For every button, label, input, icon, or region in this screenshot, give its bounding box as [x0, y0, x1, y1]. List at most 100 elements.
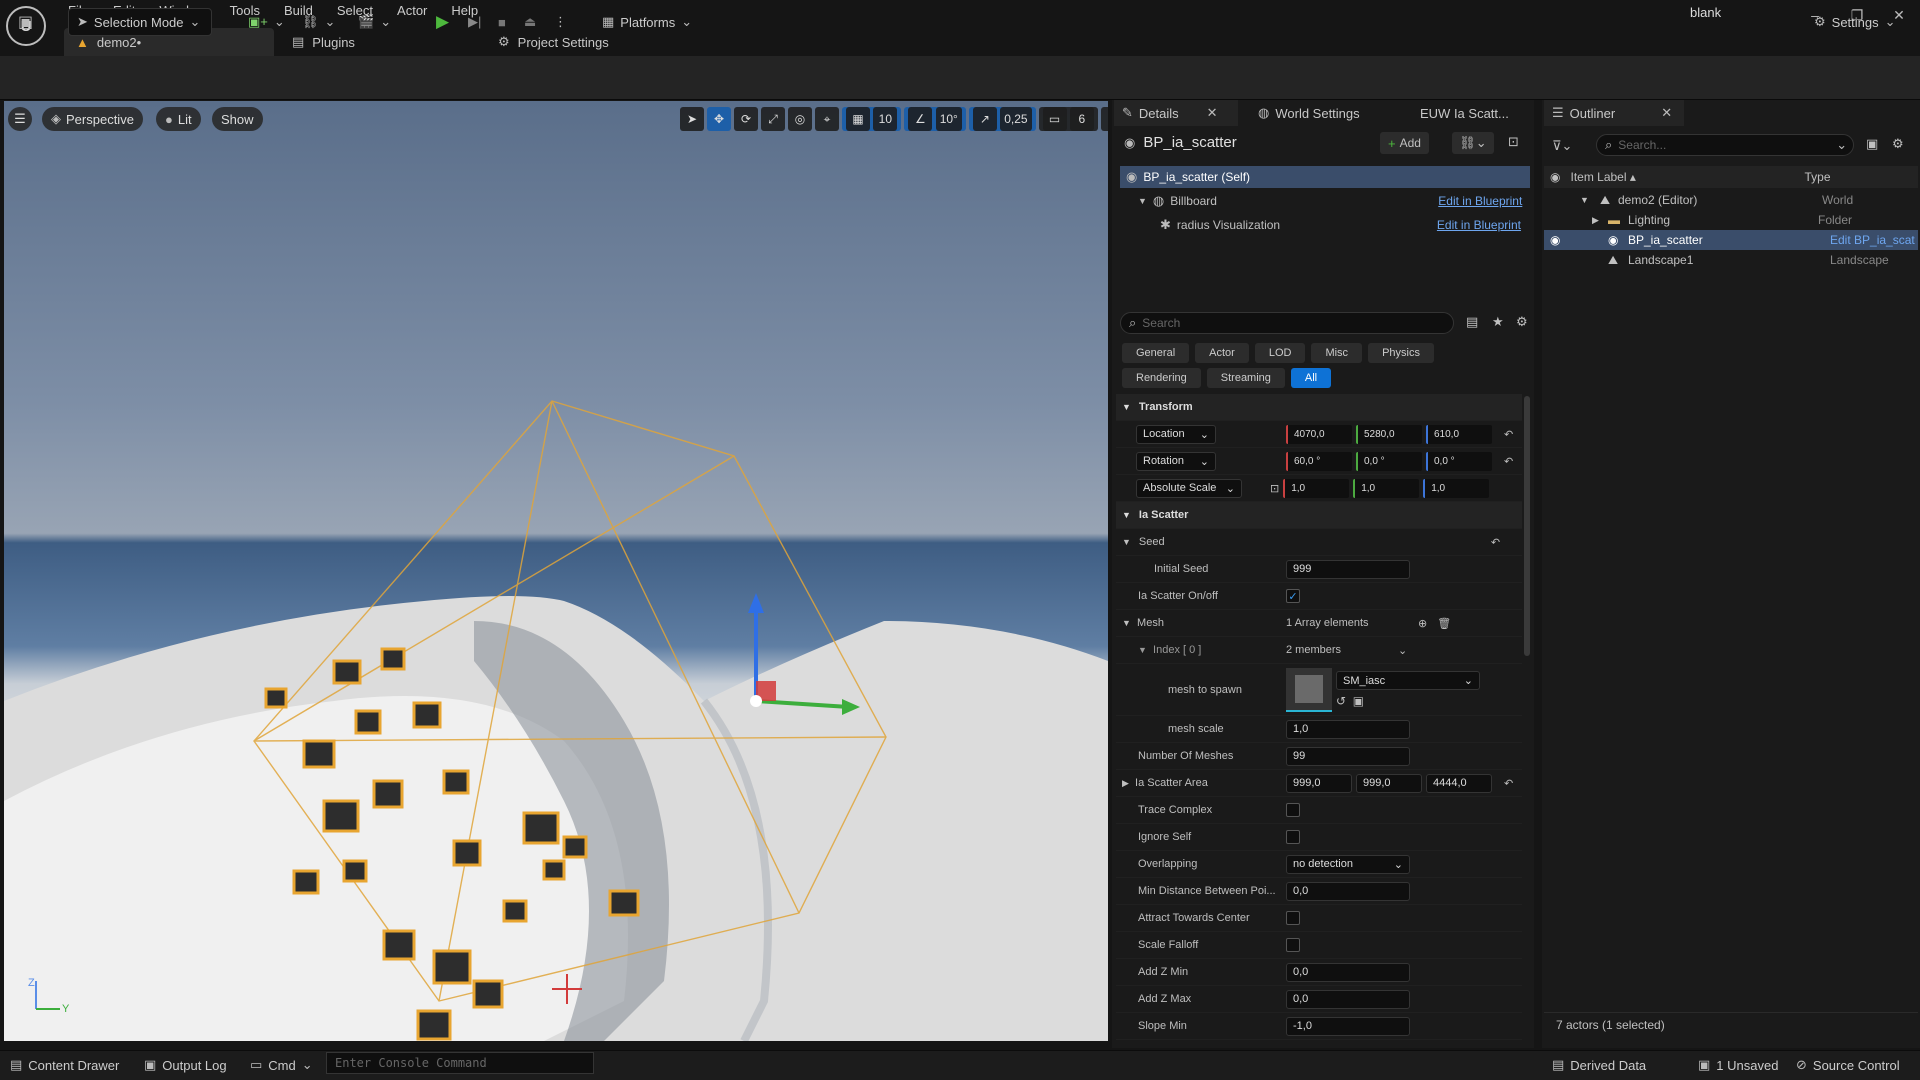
viewport-menu-icon[interactable]: ☰ [8, 107, 32, 131]
select-tool-icon[interactable]: ➤ [680, 107, 704, 131]
rotate-tool-icon[interactable]: ⟳ [734, 107, 758, 131]
lock-icon[interactable]: ⊡ [1508, 134, 1519, 150]
component-billboard-row[interactable]: ▼ ◍ Billboard Edit in Blueprint [1120, 190, 1530, 212]
outliner-search-input[interactable]: Search... [1618, 138, 1830, 152]
step-icon[interactable]: ▶| [460, 8, 489, 36]
gear-icon[interactable]: ⚙ [1516, 314, 1528, 330]
onoff-checkbox[interactable]: ✓ [1286, 589, 1300, 603]
camera-speed-button[interactable]: ▭ 6 [1038, 107, 1098, 131]
close-icon[interactable]: ✕ [1207, 105, 1218, 121]
stop-icon[interactable]: ■ [490, 8, 514, 36]
min-distance-input[interactable]: 0,0 [1286, 881, 1410, 901]
derived-data-button[interactable]: ▤ Derived Data [1552, 1055, 1646, 1075]
mesh-to-spawn-dropdown[interactable]: SM_iasc ⌄ [1336, 671, 1480, 690]
mesh-thumbnail[interactable] [1286, 667, 1332, 712]
tab-euw[interactable]: EUW Ia Scatt... [1412, 100, 1517, 126]
add-content-button[interactable]: ▣+ ⌄ [240, 8, 293, 36]
filter-rendering[interactable]: Rendering [1122, 368, 1201, 388]
location-x[interactable]: 4070,0 [1286, 424, 1352, 444]
location-y[interactable]: 5280,0 [1356, 424, 1422, 444]
outliner-search[interactable]: ⌕ Search... ⌄ [1596, 134, 1854, 156]
reset-icon[interactable]: ↶ [1491, 536, 1500, 549]
lit-button[interactable]: ● Lit [156, 107, 201, 131]
source-control-button[interactable]: ⊘ Source Control [1796, 1055, 1900, 1075]
cinematics-button[interactable]: 🎬 ⌄ [350, 8, 399, 36]
component-self-row[interactable]: ◉ BP_ia_scatter (Self) [1120, 166, 1530, 188]
num-meshes-input[interactable]: 99 [1286, 746, 1410, 766]
gear-icon[interactable]: ⚙ [1892, 136, 1904, 152]
details-search-input[interactable]: Search [1142, 316, 1180, 330]
filter-physics[interactable]: Physics [1368, 343, 1434, 363]
scale-snap-button[interactable]: ↗ 0,25 [968, 107, 1036, 131]
perspective-button[interactable]: ◈ Perspective [42, 107, 143, 131]
filter-icon[interactable]: ⊽⌄ [1552, 138, 1572, 154]
rotation-y[interactable]: 0,0 ° [1356, 451, 1422, 471]
layout-icon[interactable]: ⊞ [1100, 107, 1108, 131]
trash-icon[interactable]: 🗑 [1437, 617, 1451, 630]
output-log-button[interactable]: ▣ Output Log [144, 1055, 227, 1075]
platforms-button[interactable]: ▦ Platforms ⌄ [594, 8, 700, 36]
rotation-dropdown[interactable]: Rotation ⌄ [1136, 451, 1216, 471]
overlapping-dropdown[interactable]: no detection ⌄ [1286, 854, 1410, 874]
location-dropdown[interactable]: Location ⌄ [1136, 424, 1216, 444]
initial-seed-input[interactable]: 999 [1286, 559, 1410, 579]
star-icon[interactable]: ★ [1492, 314, 1504, 330]
edit-in-blueprint-link[interactable]: Edit in Blueprint [1438, 194, 1522, 208]
details-search[interactable]: ⌕ Search [1120, 312, 1454, 334]
content-drawer-button[interactable]: ▤ Content Drawer [10, 1055, 119, 1075]
col-type[interactable]: Type [1804, 170, 1830, 184]
filter-lod[interactable]: LOD [1254, 343, 1306, 363]
rotation-z[interactable]: 0,0 ° [1426, 451, 1492, 471]
trace-checkbox[interactable] [1286, 803, 1300, 817]
filter-all[interactable]: All [1290, 368, 1332, 388]
world-space-icon[interactable]: ◎ [788, 107, 812, 131]
show-button[interactable]: Show [212, 107, 263, 131]
add-z-min-input[interactable]: 0,0 [1286, 962, 1410, 982]
outliner-row-landscape[interactable]: ⛰ Landscape1 Landscape [1544, 250, 1918, 270]
section-ia-scatter[interactable]: ▼ Ia Scatter [1116, 502, 1522, 529]
play-icon[interactable]: ▶ [428, 8, 457, 36]
blueprint-options-icon[interactable]: ⛓⌄ [1452, 132, 1494, 154]
scale-tool-icon[interactable]: ⤢ [761, 107, 785, 131]
scatter-area-x[interactable]: 999,0 [1286, 773, 1352, 793]
level-viewport[interactable]: Z Y ☰ ◈ Perspective ● Lit Show ➤ ✥ ⟳ ⤢ ◎… [4, 101, 1108, 1041]
eye-icon[interactable]: ◉ [1544, 233, 1608, 247]
blueprint-button[interactable]: ⛓ ⌄ [294, 8, 343, 36]
add-component-button[interactable]: + Add [1380, 132, 1429, 154]
tab-world-settings[interactable]: ◍ World Settings [1250, 100, 1368, 126]
scatter-area-z[interactable]: 4444,0 [1426, 773, 1492, 793]
table-view-icon[interactable]: ▤ [1466, 314, 1478, 330]
rotation-x[interactable]: 60,0 ° [1286, 451, 1352, 471]
add-z-max-input[interactable]: 0,0 [1286, 989, 1410, 1009]
details-scrollbar[interactable] [1524, 396, 1530, 656]
reset-icon[interactable]: ↶ [1504, 777, 1513, 790]
scale-dropdown[interactable]: Absolute Scale ⌄ [1136, 478, 1242, 498]
eject-icon[interactable]: ⏏ [516, 8, 544, 36]
seed-row[interactable]: ▼ Seed ↶ [1116, 529, 1522, 556]
close-icon[interactable]: ✕ [1661, 105, 1672, 121]
attract-checkbox[interactable] [1286, 911, 1300, 925]
scatter-area-y[interactable]: 999,0 [1356, 773, 1422, 793]
use-selected-icon[interactable]: ↺ [1336, 694, 1346, 708]
translate-tool-icon[interactable]: ✥ [707, 107, 731, 131]
scale-z[interactable]: 1,0 [1423, 478, 1490, 498]
add-folder-icon[interactable]: ▣ [1866, 136, 1878, 152]
edit-blueprint-link[interactable]: Edit BP_ia_scat [1830, 233, 1918, 247]
lock-icon[interactable]: ⊡ [1270, 482, 1279, 495]
add-element-icon[interactable]: ⊕ [1418, 617, 1427, 630]
unsaved-button[interactable]: ▣ 1 Unsaved [1698, 1055, 1778, 1075]
outliner-row-lighting[interactable]: ▶ ▬ Lighting Folder [1544, 210, 1918, 230]
reset-icon[interactable]: ↶ [1504, 455, 1513, 468]
slope-min-input[interactable]: -1,0 [1286, 1016, 1410, 1036]
chevron-down-icon[interactable]: ⌄ [1398, 644, 1407, 657]
mesh-scale-input[interactable]: 1,0 [1286, 719, 1410, 739]
tab-outliner[interactable]: ☰ Outliner ✕ [1544, 100, 1684, 126]
save-icon[interactable]: ▣ [10, 8, 41, 36]
eye-icon[interactable]: ◉ [1544, 170, 1560, 184]
filter-actor[interactable]: Actor [1195, 343, 1249, 363]
filter-streaming[interactable]: Streaming [1206, 368, 1285, 388]
outliner-row-bp-ia-scatter[interactable]: ◉ ◉ BP_ia_scatter Edit BP_ia_scat [1544, 230, 1918, 250]
settings-button[interactable]: ⚙ Settings ⌄ [1806, 8, 1904, 36]
component-radius-row[interactable]: ✱ radius Visualization Edit in Blueprint [1120, 214, 1530, 236]
filter-misc[interactable]: Misc [1311, 343, 1363, 363]
